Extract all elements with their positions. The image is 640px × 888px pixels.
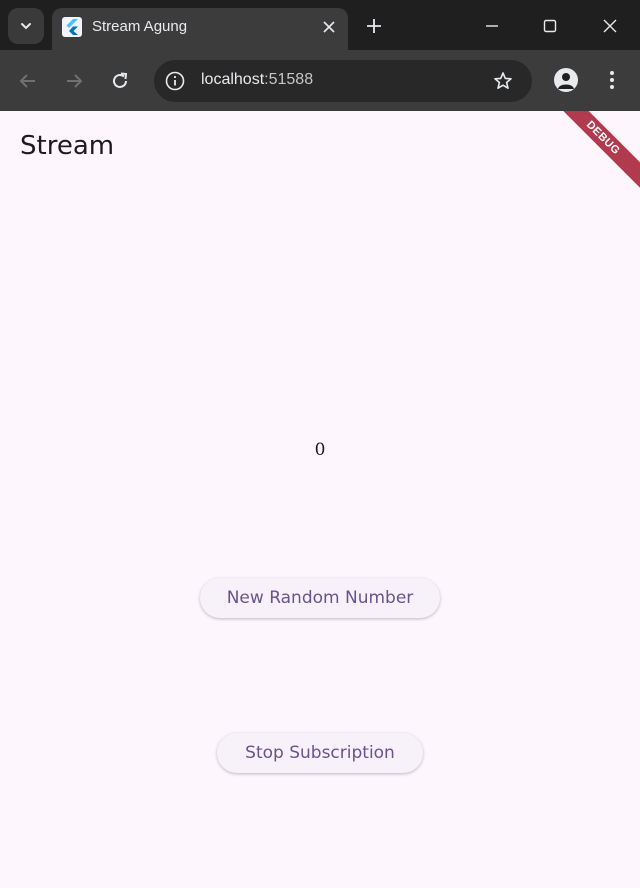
reload-button[interactable]: [108, 69, 132, 93]
close-icon[interactable]: [320, 18, 338, 36]
more-vert-icon: [610, 71, 614, 89]
browser-toolbar: localhost:51588: [0, 50, 640, 111]
debug-banner: DEBUG: [543, 111, 640, 198]
window-close-button[interactable]: [598, 14, 622, 38]
url-text: localhost:51588: [201, 71, 313, 89]
back-button[interactable]: [16, 69, 40, 93]
minimize-icon: [486, 25, 498, 27]
profile-avatar[interactable]: [554, 68, 578, 92]
new-tab-button[interactable]: [362, 14, 386, 38]
maximize-icon: [543, 19, 557, 33]
arrow-right-icon: [67, 74, 83, 88]
menu-button[interactable]: [600, 68, 624, 92]
info-icon[interactable]: [164, 70, 186, 92]
tab-search-button[interactable]: [8, 8, 44, 44]
stop-subscription-button[interactable]: Stop Subscription: [217, 733, 423, 773]
reload-icon: [113, 72, 128, 88]
address-bar[interactable]: localhost:51588: [154, 60, 532, 102]
plus-icon: [367, 19, 381, 33]
random-number-text: 0: [314, 440, 326, 460]
forward-button[interactable]: [62, 69, 86, 93]
app-body: Stream DEBUG 0 New Random Number Stop Su…: [0, 111, 640, 888]
close-icon: [603, 19, 617, 33]
tab-title: Stream Agung: [92, 18, 188, 35]
minimize-button[interactable]: [480, 14, 504, 38]
star-icon[interactable]: [492, 70, 514, 92]
maximize-button[interactable]: [538, 14, 562, 38]
app-bar-title: Stream: [20, 131, 115, 161]
url-host: localhost: [201, 71, 265, 88]
chevron-down-icon: [21, 23, 31, 30]
tab-strip: Stream Agung: [0, 0, 640, 50]
flutter-icon: [62, 17, 82, 37]
person-icon: [558, 73, 574, 89]
browser-tab[interactable]: Stream Agung: [52, 8, 348, 50]
new-random-number-button[interactable]: New Random Number: [200, 578, 440, 618]
url-port: :51588: [264, 71, 314, 88]
arrow-left-icon: [19, 74, 35, 88]
